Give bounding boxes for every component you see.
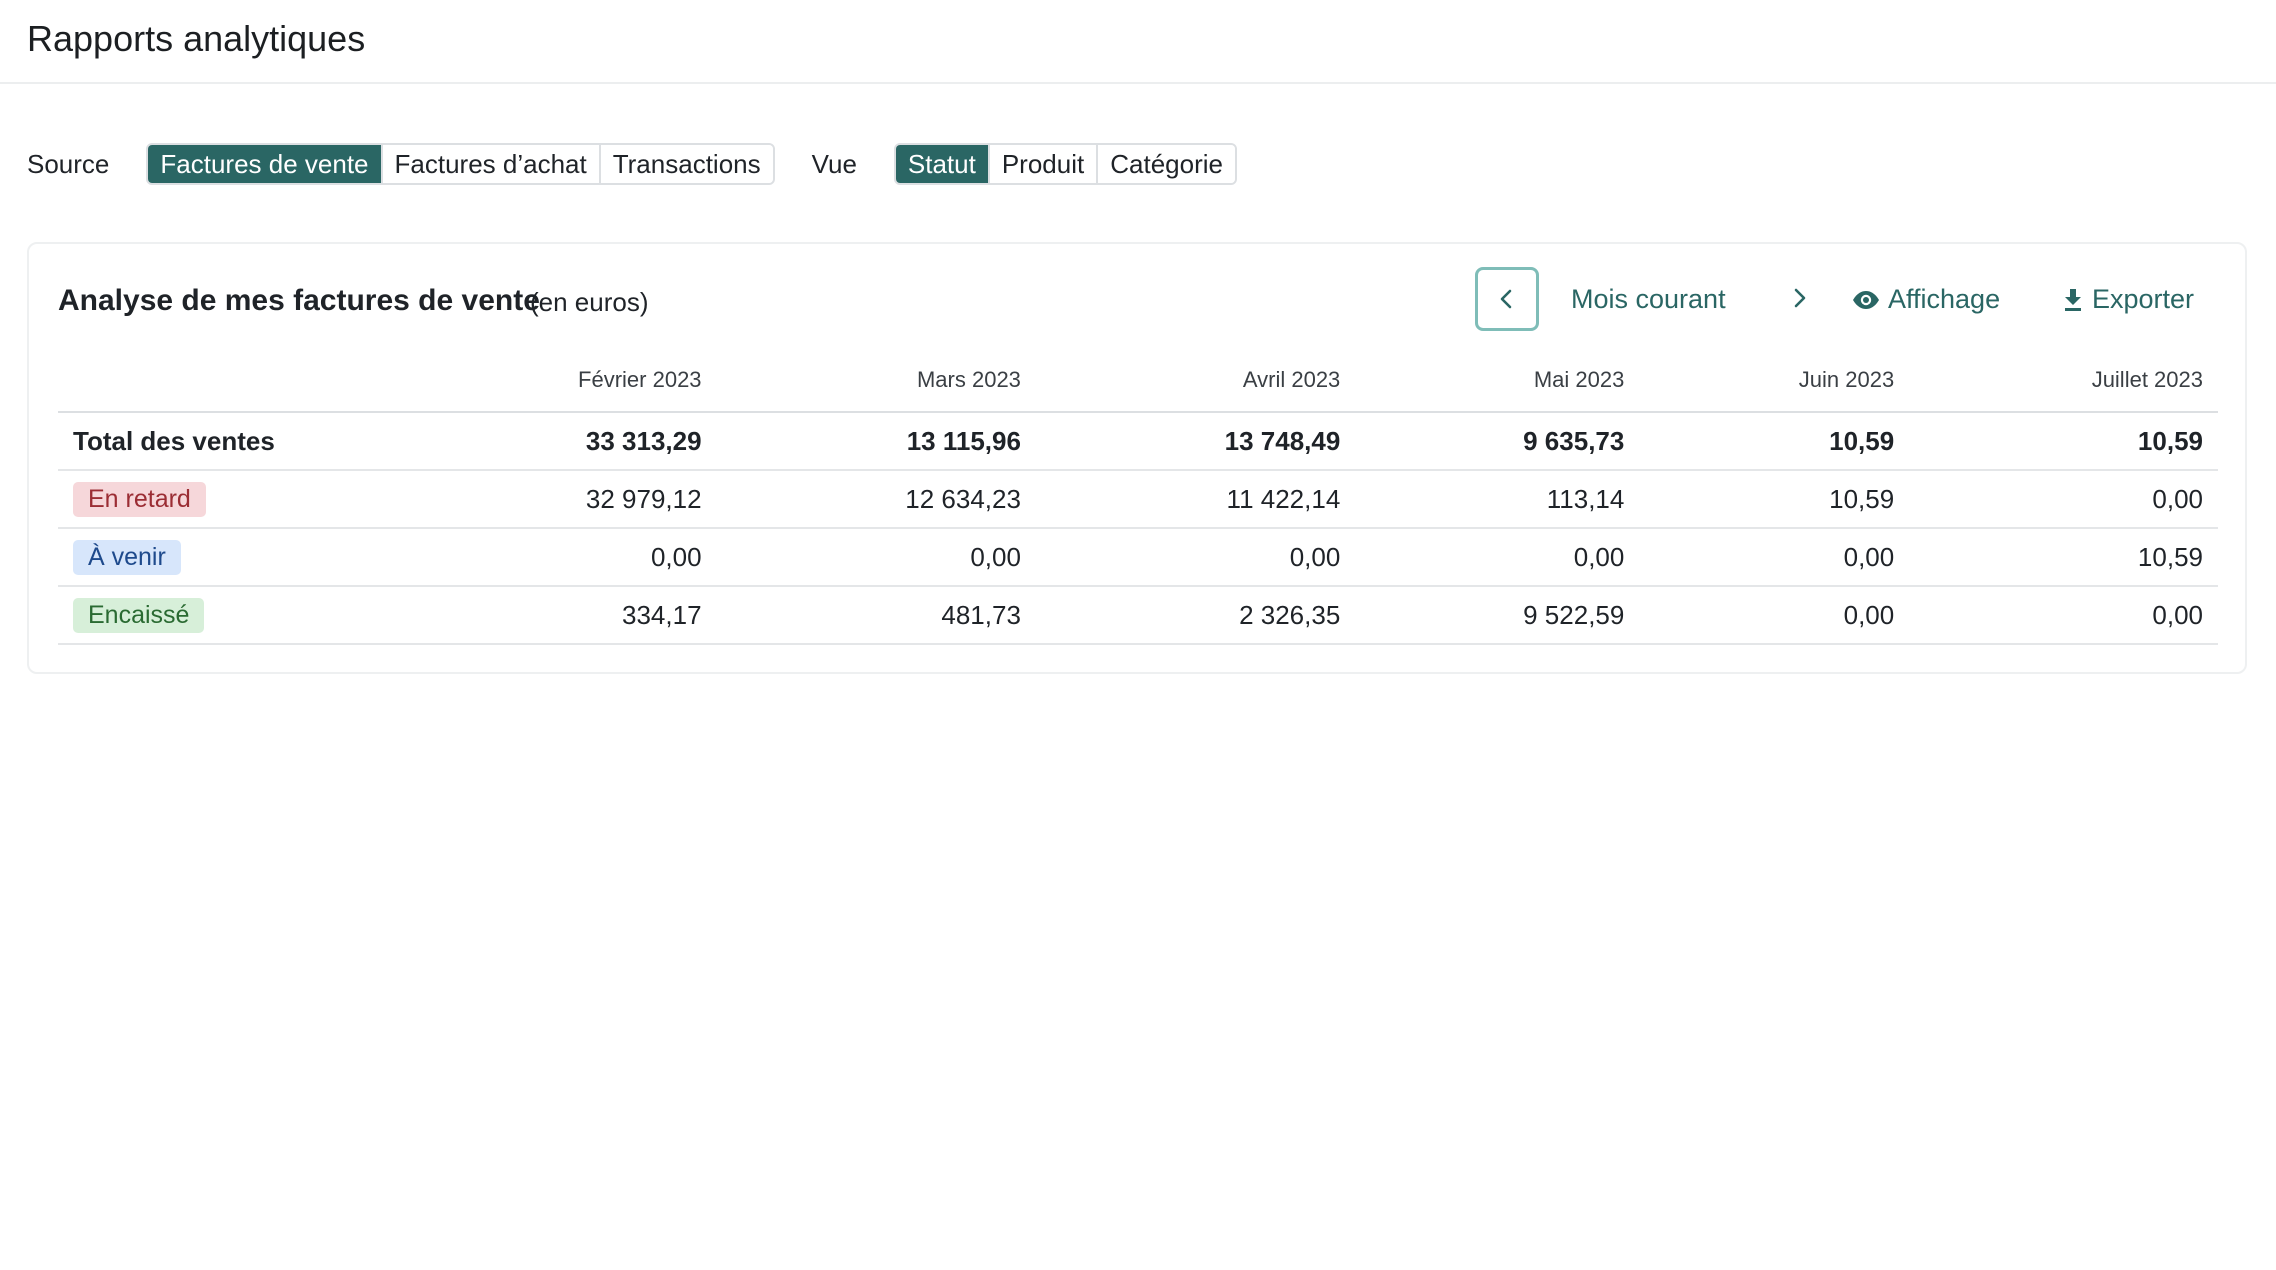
table-row-late: En retard 32 979,12 12 634,23 11 422,14 …	[58, 470, 2218, 529]
source-selector: Factures de vente Factures d’achat Trans…	[146, 143, 775, 185]
source-option-purchase-invoices[interactable]: Factures d’achat	[382, 145, 601, 183]
table-cell: 0,00	[1035, 528, 1356, 587]
page-title: Rapports analytiques	[27, 18, 366, 59]
table-cell: 33 313,29	[378, 412, 717, 471]
display-button[interactable]: Affichage	[1852, 284, 2000, 315]
column-header: Février 2023	[378, 349, 717, 413]
table-cell: 9 635,73	[1355, 412, 1640, 471]
view-selector: Statut Produit Catégorie	[893, 143, 1237, 185]
chevron-right-icon	[1794, 288, 1806, 308]
table-cell: 481,73	[716, 586, 1036, 645]
table-cell: 0,00	[1639, 528, 1910, 587]
table-cell: 32 979,12	[378, 470, 717, 529]
table-cell: 11 422,14	[1035, 470, 1356, 529]
table-cell: 10,59	[1639, 412, 1910, 471]
next-period-button[interactable]	[1777, 276, 1821, 320]
source-option-sales-invoices[interactable]: Factures de vente	[148, 145, 383, 183]
table-cell: 0,00	[378, 528, 717, 587]
report-table: Février 2023 Mars 2023 Avril 2023 Mai 20…	[58, 349, 2218, 645]
export-label: Exporter	[2092, 284, 2195, 314]
view-option-status[interactable]: Statut	[895, 145, 990, 183]
previous-period-button[interactable]	[1475, 267, 1539, 331]
row-label-total: Total des ventes	[58, 412, 378, 471]
table-cell: 0,00	[716, 528, 1036, 587]
column-header: Mars 2023	[716, 349, 1036, 413]
table-cell: 12 634,23	[716, 470, 1036, 529]
table-cell: 0,00	[1355, 528, 1640, 587]
table-cell: 0,00	[1909, 586, 2218, 645]
period-label[interactable]: Mois courant	[1571, 284, 1726, 315]
report-card: Analyse de mes factures de vente (en eur…	[27, 242, 2247, 674]
row-label-cell: En retard	[58, 470, 378, 529]
column-header: Avril 2023	[1035, 349, 1356, 413]
chevron-left-icon	[1500, 289, 1512, 309]
eye-icon	[1853, 290, 1879, 309]
column-header: Juillet 2023	[1909, 349, 2218, 413]
source-label: Source	[27, 148, 110, 179]
table-cell: 10,59	[1909, 412, 2218, 471]
row-label-cell: À venir	[58, 528, 378, 587]
view-option-product[interactable]: Produit	[989, 145, 1099, 183]
row-label-header	[58, 349, 378, 413]
export-button[interactable]: Exporter	[2062, 284, 2194, 315]
table-cell: 13 115,96	[716, 412, 1036, 471]
table-cell: 10,59	[1639, 470, 1910, 529]
table-cell: 0,00	[1639, 586, 1910, 645]
display-label: Affichage	[1888, 284, 2001, 314]
table-cell: 2 326,35	[1035, 586, 1356, 645]
table-cell: 10,59	[1909, 528, 2218, 587]
status-badge-upcoming: À venir	[73, 539, 181, 575]
view-label: Vue	[811, 148, 857, 179]
table-row-upcoming: À venir 0,00 0,00 0,00 0,00 0,00 10,59	[58, 528, 2218, 587]
column-header: Juin 2023	[1639, 349, 1910, 413]
report-unit: (en euros)	[530, 287, 649, 317]
row-label-cell: Encaissé	[58, 586, 378, 645]
status-badge-paid: Encaissé	[73, 597, 205, 633]
table-row-total: Total des ventes 33 313,29 13 115,96 13 …	[58, 412, 2218, 471]
table-cell: 113,14	[1355, 470, 1640, 529]
report-title: Analyse de mes factures de vente	[58, 284, 540, 317]
table-header-row: Février 2023 Mars 2023 Avril 2023 Mai 20…	[58, 349, 2218, 413]
download-icon	[2065, 288, 2081, 311]
page-header: Rapports analytiques	[0, 0, 2276, 84]
table-cell: 9 522,59	[1355, 586, 1640, 645]
filter-bar: Source Factures de vente Factures d’acha…	[27, 143, 1237, 185]
table-cell: 13 748,49	[1035, 412, 1356, 471]
source-option-transactions[interactable]: Transactions	[600, 145, 773, 183]
view-option-category[interactable]: Catégorie	[1098, 145, 1235, 183]
column-header: Mai 2023	[1355, 349, 1640, 413]
status-badge-late: En retard	[73, 481, 206, 517]
table-cell: 334,17	[378, 586, 717, 645]
table-row-paid: Encaissé 334,17 481,73 2 326,35 9 522,59…	[58, 586, 2218, 645]
table-cell: 0,00	[1909, 470, 2218, 529]
